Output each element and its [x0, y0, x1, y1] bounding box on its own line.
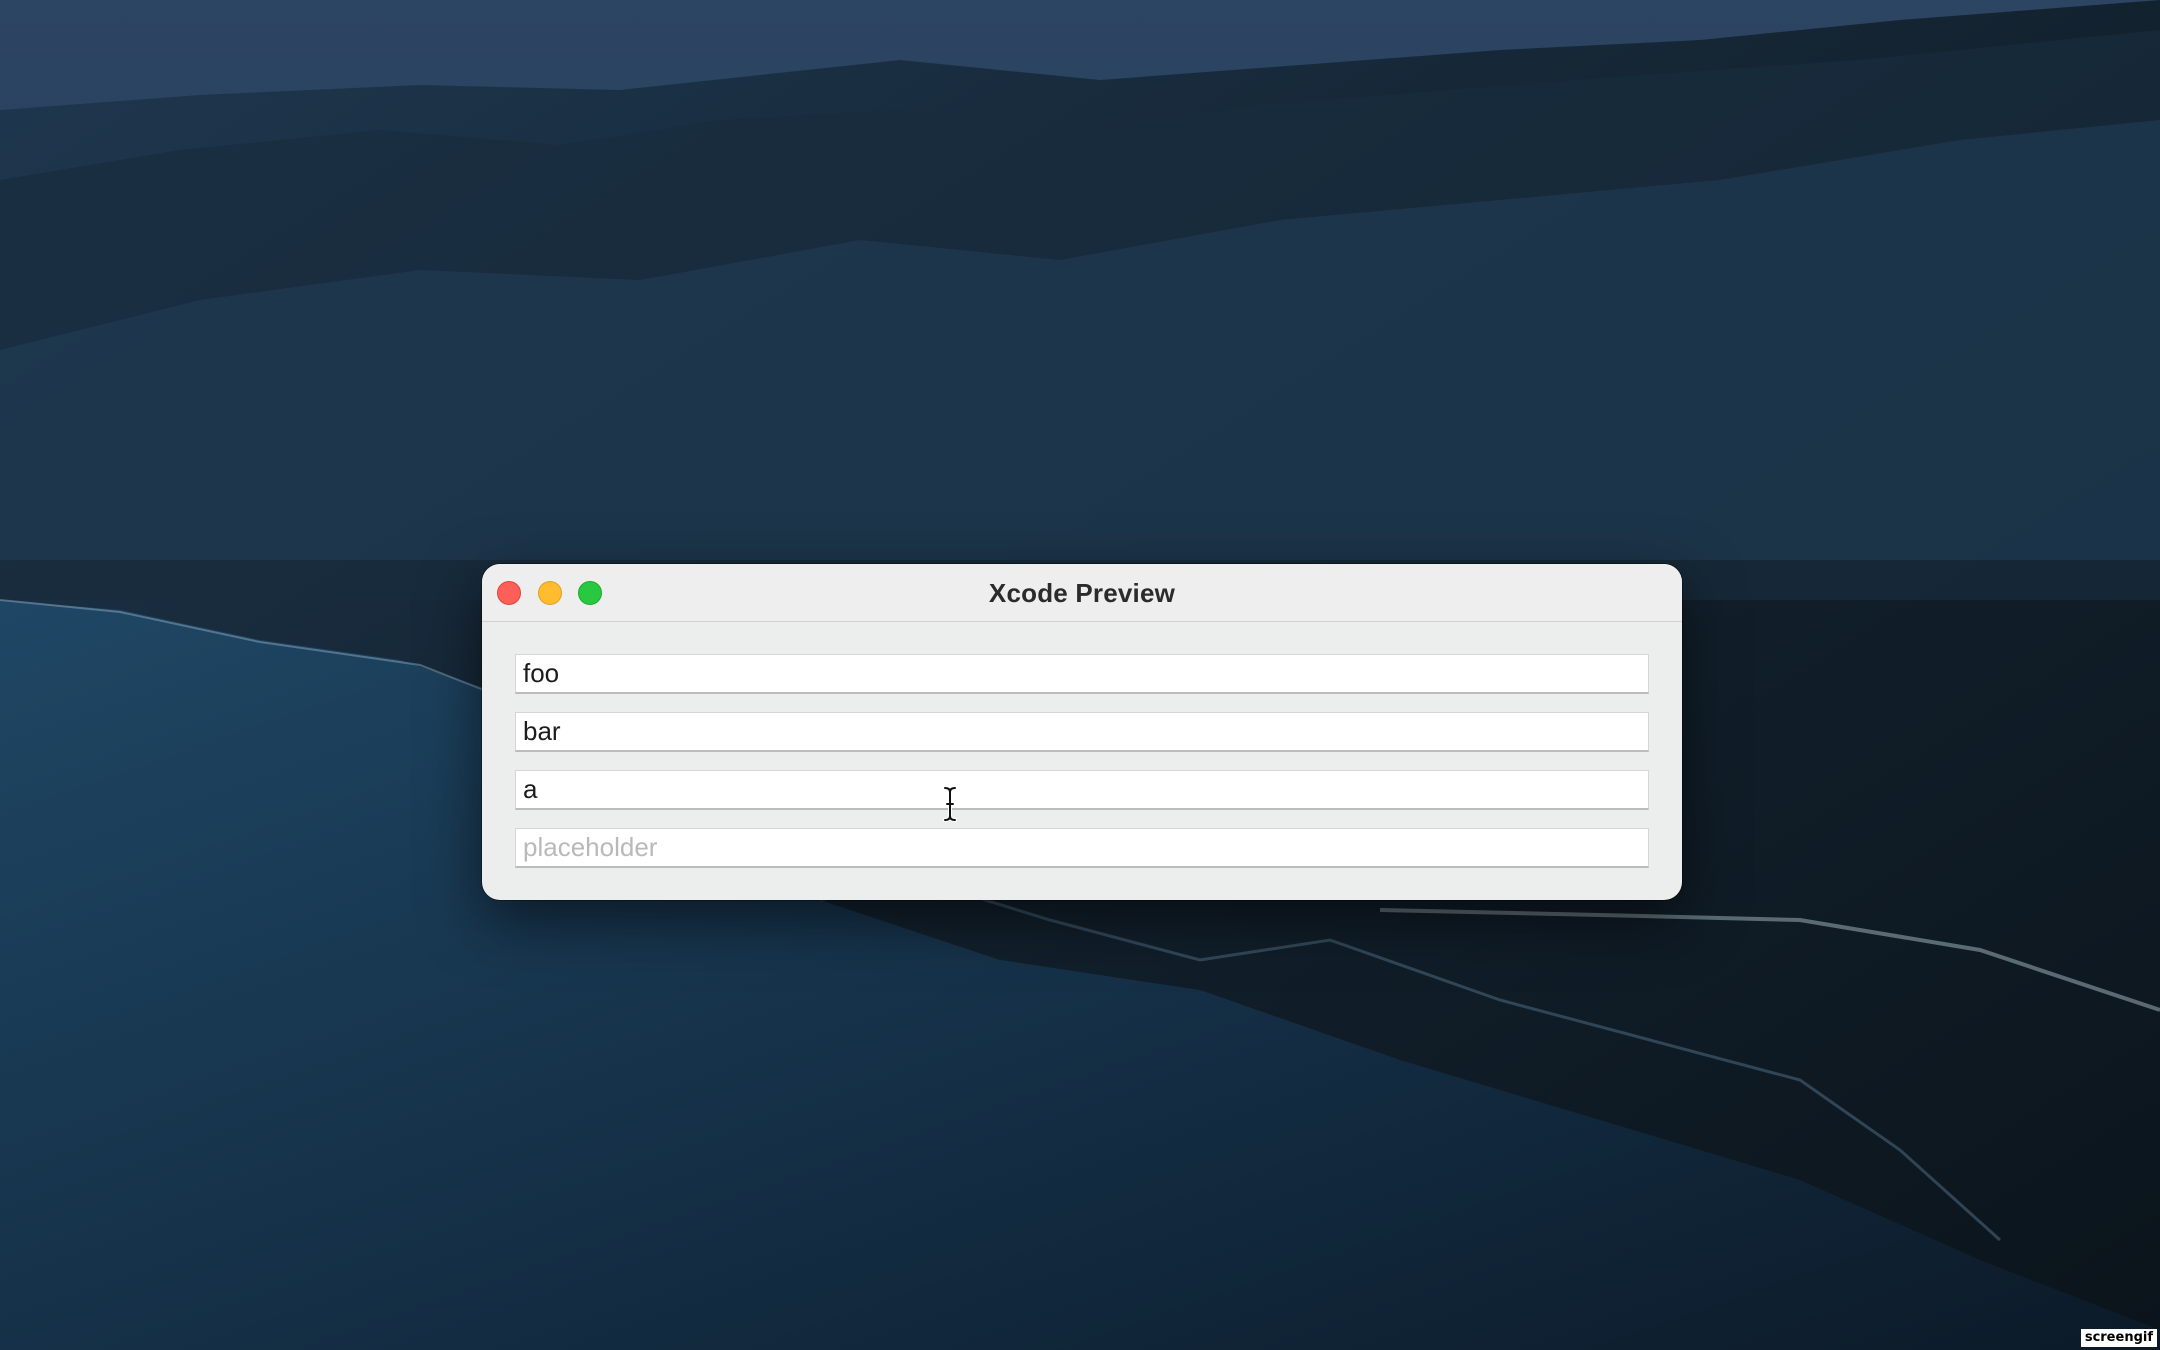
text-cursor-icon	[943, 786, 957, 822]
text-field-bar[interactable]	[515, 712, 1649, 752]
window-title: Xcode Preview	[988, 578, 1176, 608]
text-field-placeholder[interactable]	[515, 828, 1649, 868]
text-field-a[interactable]	[515, 770, 1649, 810]
form-content	[482, 622, 1682, 868]
desktop: Xcode Preview screengif	[0, 0, 2160, 1350]
preview-window: Xcode Preview	[482, 564, 1682, 900]
watermark-badge: screengif	[2080, 1329, 2157, 1347]
title-bar[interactable]: Xcode Preview	[482, 564, 1682, 622]
text-field-foo[interactable]	[515, 654, 1649, 694]
